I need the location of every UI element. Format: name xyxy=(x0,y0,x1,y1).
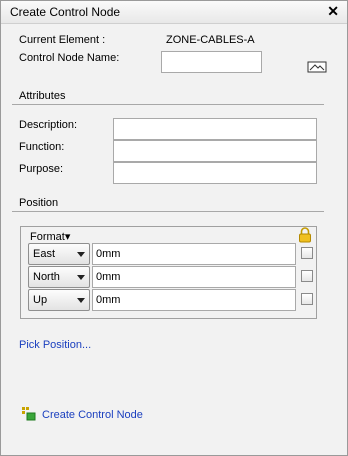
east-lock-checkbox[interactable] xyxy=(301,247,313,259)
function-label: Function: xyxy=(19,141,65,153)
up-lock-checkbox[interactable] xyxy=(301,293,313,305)
current-element-label: Current Element : xyxy=(19,34,106,46)
close-icon[interactable]: ✕ xyxy=(327,3,339,20)
axis-select-north[interactable]: North xyxy=(28,266,90,288)
create-control-node-panel: Create Control Node ✕ Current Element : … xyxy=(0,0,348,456)
position-group: Format▾ East 0mm North 0mm Up 0mm xyxy=(20,226,317,319)
north-value-input[interactable]: 0mm xyxy=(92,266,296,288)
panel-title: Create Control Node xyxy=(10,5,121,19)
chevron-down-icon xyxy=(77,298,85,303)
axis-select-value: Up xyxy=(33,294,48,306)
description-label: Description: xyxy=(19,119,78,131)
control-node-name-input[interactable] xyxy=(161,51,262,73)
north-lock-checkbox[interactable] xyxy=(301,270,313,282)
current-element-value: ZONE-CABLES-A xyxy=(166,34,255,46)
create-control-node-link[interactable]: Create Control Node xyxy=(42,409,143,421)
lock-icon[interactable] xyxy=(298,227,312,246)
position-heading: Position xyxy=(19,197,59,209)
node-create-icon xyxy=(22,407,36,424)
chevron-down-icon xyxy=(77,252,85,257)
axis-select-up[interactable]: Up xyxy=(28,289,90,311)
axis-select-value: East xyxy=(33,248,56,260)
chevron-down-icon xyxy=(77,275,85,280)
title-bar: Create Control Node ✕ xyxy=(1,1,347,24)
east-value-input[interactable]: 0mm xyxy=(92,243,296,265)
axis-select-value: North xyxy=(33,271,60,283)
axis-select-east[interactable]: East xyxy=(28,243,90,265)
control-node-name-label: Control Node Name: xyxy=(19,52,120,64)
attributes-heading: Attributes xyxy=(19,90,66,102)
attributes-divider xyxy=(12,104,324,105)
position-divider xyxy=(12,211,324,212)
picture-icon[interactable] xyxy=(307,61,327,78)
pick-position-link[interactable]: Pick Position... xyxy=(19,339,91,351)
description-input[interactable] xyxy=(113,118,317,140)
function-input[interactable] xyxy=(113,140,317,162)
format-menu[interactable]: Format▾ xyxy=(30,230,70,243)
purpose-input[interactable] xyxy=(113,162,317,184)
up-value-input[interactable]: 0mm xyxy=(92,289,296,311)
purpose-label: Purpose: xyxy=(19,163,64,175)
